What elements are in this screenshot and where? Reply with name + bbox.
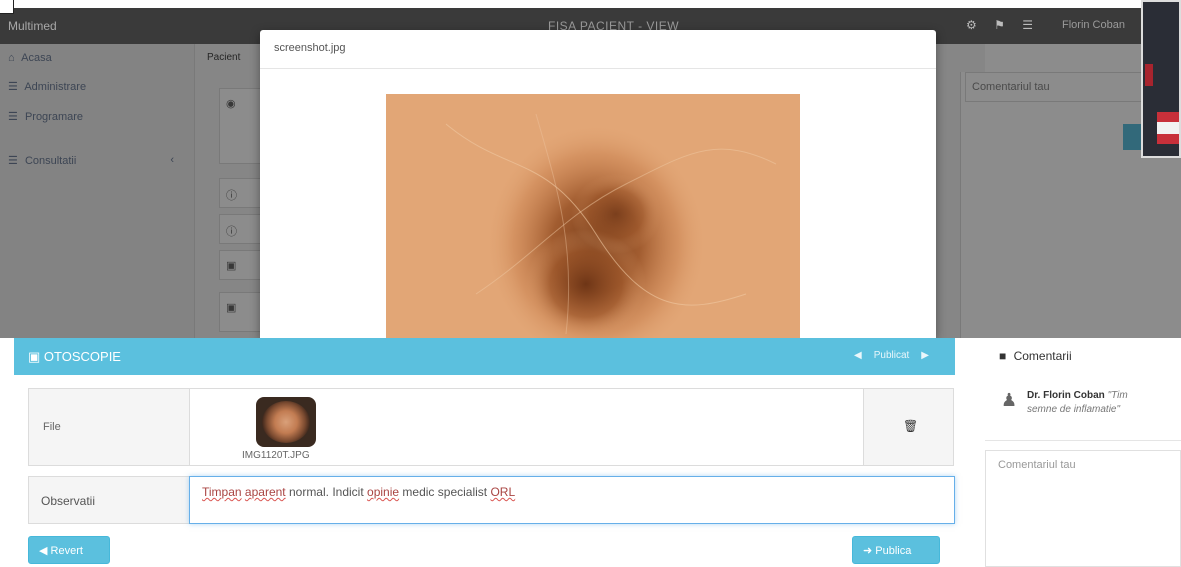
observatii-word: medic: [402, 485, 435, 499]
observatii-word: specialist: [437, 485, 488, 499]
corner-marker: [0, 0, 14, 14]
navbar-user-name[interactable]: Florin Coban: [1062, 19, 1125, 31]
video-detail: [1157, 134, 1179, 144]
camera-icon: ▣: [28, 349, 41, 364]
comment-item: Dr. Florin Coban "Tim: [1027, 390, 1128, 401]
video-detail: [1157, 122, 1179, 134]
file-row: File IMG1120T.JPG 🗑: [28, 388, 954, 466]
comments-header: ■ Comentarii: [999, 349, 1072, 363]
comment-icon: ■: [999, 349, 1007, 363]
otoscope-image-thumbnail[interactable]: [256, 397, 316, 447]
trash-icon[interactable]: 🗑: [903, 419, 918, 433]
file-name[interactable]: IMG1120T.JPG: [242, 450, 310, 461]
video-detail: [1157, 112, 1179, 122]
arrow-left-icon: ◀: [854, 350, 862, 361]
arrow-right-icon: ▶: [921, 350, 929, 361]
observatii-word: aparent: [244, 485, 286, 499]
undo-icon: ◀: [39, 545, 48, 557]
file-content: IMG1120T.JPG: [189, 389, 864, 465]
image-preview-modal: screenshot.jpg: [260, 30, 936, 338]
published-label: Publicat: [873, 350, 910, 361]
otoscopie-title: ▣ OTOSCOPIE: [28, 349, 121, 365]
share-icon: ➜: [863, 545, 873, 557]
comments-panel: ■ Comentarii ♟ Dr. Florin Coban "Tim sem…: [985, 338, 1181, 567]
navbar-icons: ⚙ ⚑ ☰: [966, 18, 1033, 32]
file-label: File: [43, 421, 61, 433]
otoscopie-section: ▣ OTOSCOPIE ◀ Publicat ▶ File IMG1120T.JPG…: [0, 338, 1181, 567]
comments-divider: [985, 440, 1181, 441]
observatii-word: Timpan: [202, 485, 242, 499]
background-application: Multimed FISA PACIENT - VIEW ⚙ ⚑ ☰ Flori…: [0, 0, 1181, 338]
observatii-word: normal.: [288, 485, 329, 499]
modal-title: screenshot.jpg: [274, 42, 346, 54]
dermatoscopy-image: [386, 94, 800, 338]
comment-author[interactable]: Dr. Florin Coban: [1027, 390, 1105, 401]
comments-title: Comentarii: [1013, 349, 1072, 363]
comment-input[interactable]: Comentariul tau: [985, 450, 1181, 567]
publica-button[interactable]: ➜ Publica: [852, 536, 940, 564]
observatii-word: opinie: [367, 485, 400, 499]
comment-text-continued: semne de inflamatie": [1027, 404, 1121, 415]
observatii-row: Observatii Timpan aparent normal. Indici…: [28, 476, 955, 524]
modal-divider: [260, 68, 936, 69]
comment-text: "Tim: [1107, 390, 1128, 401]
otoscopie-card: ▣ OTOSCOPIE ◀ Publicat ▶ File IMG1120T.JPG…: [14, 338, 955, 567]
observatii-textarea[interactable]: Timpan aparent normal. Indicit opinie me…: [189, 476, 955, 524]
flag-icon[interactable]: ⚑: [994, 18, 1005, 32]
video-detail: [1145, 64, 1153, 86]
observatii-label: Observatii: [41, 494, 96, 508]
revert-label: Revert: [50, 545, 83, 557]
revert-button[interactable]: ◀ Revert: [28, 536, 110, 564]
app-brand[interactable]: Multimed: [8, 19, 57, 33]
published-indicator: ◀ Publicat ▶: [848, 350, 935, 361]
otoscopie-header: ▣ OTOSCOPIE ◀ Publicat ▶: [14, 338, 955, 375]
settings-icon[interactable]: ⚙: [966, 18, 977, 32]
observatii-word: ORL: [490, 485, 516, 499]
thumbnail-detail: [262, 401, 310, 443]
publica-label: Publica: [875, 545, 912, 557]
observatii-word: Indicit: [332, 485, 364, 499]
list-icon[interactable]: ☰: [1022, 18, 1033, 32]
video-call-thumbnail[interactable]: [1141, 0, 1181, 158]
otoscopie-title-label: OTOSCOPIE: [43, 349, 121, 364]
user-avatar-icon: ♟: [1001, 390, 1018, 410]
